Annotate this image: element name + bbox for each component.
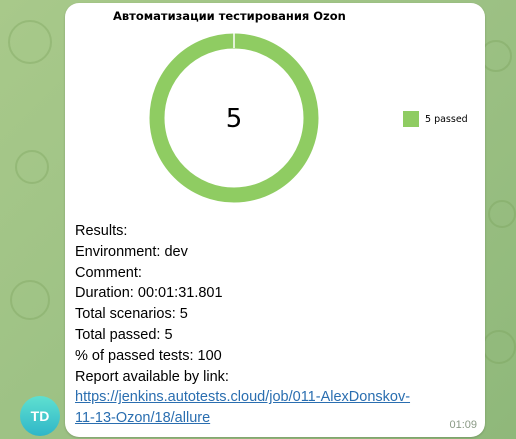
legend-swatch-passed	[403, 111, 419, 127]
environment-value: dev	[164, 243, 188, 260]
results-label: Results:	[75, 223, 128, 239]
wallpaper-doodle	[482, 330, 516, 364]
duration-line: Duration: 00:01:31.801	[75, 283, 475, 304]
total-scenarios-line: Total scenarios: 5	[75, 304, 475, 325]
environment-label: Environment:	[75, 243, 161, 260]
wallpaper-doodle	[8, 20, 52, 64]
report-chart-image[interactable]: Автоматизации тестирования Ozon 5 5 pass…	[65, 3, 485, 218]
duration-label: Duration:	[75, 285, 134, 302]
comment-line: Comment:	[75, 263, 475, 284]
wallpaper-doodle	[10, 280, 50, 320]
environment-line: Environment: dev	[75, 242, 475, 263]
report-link[interactable]: https://jenkins.autotests.cloud/job/011-…	[75, 389, 410, 405]
chart-legend: 5 passed	[403, 111, 468, 127]
results-line: Results:	[75, 221, 475, 242]
total-passed-line: Total passed: 5	[75, 325, 475, 346]
duration-value: 00:01:31.801	[137, 285, 223, 302]
report-text: Results: Environment: dev Comment: Durat…	[75, 221, 475, 429]
total-passed-value: 5	[164, 326, 173, 343]
percent-passed-label: % of passed tests:	[75, 347, 194, 364]
report-link-continued[interactable]: 11-13-Ozon/18/allure	[75, 410, 210, 426]
total-passed-label: Total passed:	[75, 326, 161, 343]
percent-passed-line: % of passed tests: 100	[75, 346, 475, 367]
avatar-initials: TD	[30, 408, 50, 424]
percent-passed-value: 100	[197, 347, 222, 364]
report-link-label: Report available by link:	[75, 368, 229, 385]
donut-center-label: 5	[226, 104, 243, 134]
sender-avatar[interactable]: TD	[20, 396, 60, 436]
report-link-line-1[interactable]: https://jenkins.autotests.cloud/job/011-…	[75, 387, 475, 408]
wallpaper-doodle	[488, 200, 516, 228]
total-scenarios-label: Total scenarios:	[75, 306, 176, 323]
wallpaper-doodle	[15, 150, 49, 184]
total-scenarios-value: 5	[179, 306, 188, 323]
report-link-line-2[interactable]: 11-13-Ozon/18/allure	[75, 408, 475, 429]
message-bubble[interactable]: Автоматизации тестирования Ozon 5 5 pass…	[65, 3, 485, 437]
message-timestamp: 01:09	[449, 419, 477, 431]
legend-label-passed: 5 passed	[425, 113, 468, 125]
comment-label: Comment:	[75, 264, 142, 281]
report-link-label-line: Report available by link:	[75, 367, 475, 388]
